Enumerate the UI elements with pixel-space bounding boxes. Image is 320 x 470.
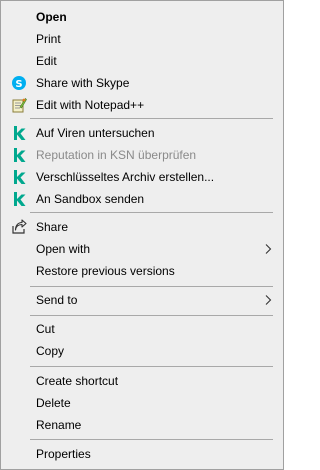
menu-item-label: Verschlüsseltes Archiv erstellen... — [36, 170, 215, 184]
menu-item-create-shortcut[interactable]: Create shortcut — [2, 370, 282, 392]
menu-item-properties[interactable]: Properties — [2, 443, 282, 465]
menu-item-rename[interactable]: Rename — [2, 414, 282, 436]
menu-separator — [30, 212, 273, 213]
menu-item-share-with-skype[interactable]: S Share with Skype — [2, 72, 282, 94]
context-menu: Open Print Edit S Share with Skype Edit … — [0, 0, 284, 470]
menu-item-label: Edit — [36, 54, 57, 68]
menu-item-delete[interactable]: Delete — [2, 392, 282, 414]
chevron-right-icon — [265, 295, 272, 305]
menu-item-verschluesseltes-archiv-erstellen[interactable]: Verschlüsseltes Archiv erstellen... — [2, 166, 282, 188]
svg-text:S: S — [15, 79, 22, 90]
menu-separator — [30, 439, 273, 440]
menu-item-label: Reputation in KSN überprüfen — [36, 148, 197, 162]
menu-separator — [30, 286, 273, 287]
menu-item-label: Properties — [36, 447, 91, 461]
chevron-right-icon — [265, 244, 272, 254]
menu-item-label: Share with Skype — [36, 76, 130, 90]
menu-item-an-sandbox-senden[interactable]: An Sandbox senden — [2, 188, 282, 210]
kaspersky-icon — [14, 170, 26, 184]
kaspersky-icon — [14, 192, 26, 206]
menu-item-restore-previous-versions[interactable]: Restore previous versions — [2, 260, 282, 282]
kaspersky-icon — [14, 148, 26, 162]
menu-separator — [30, 118, 273, 119]
menu-item-label: Edit with Notepad++ — [36, 98, 145, 112]
menu-item-copy[interactable]: Copy — [2, 340, 282, 362]
menu-item-label: Rename — [36, 418, 82, 432]
menu-item-label: Create shortcut — [36, 374, 119, 388]
menu-item-label: Open with — [36, 242, 91, 256]
share-icon — [12, 219, 27, 234]
menu-item-label: Auf Viren untersuchen — [36, 126, 155, 140]
menu-item-share[interactable]: Share — [2, 216, 282, 238]
menu-item-label: An Sandbox senden — [36, 192, 145, 206]
kaspersky-icon — [14, 126, 26, 140]
menu-item-open[interactable]: Open — [2, 6, 282, 28]
menu-item-label: Share — [36, 220, 69, 234]
menu-item-label: Delete — [36, 396, 71, 410]
menu-item-label: Open — [36, 10, 67, 24]
menu-item-cut[interactable]: Cut — [2, 318, 282, 340]
menu-item-label: Cut — [36, 322, 55, 336]
menu-item-label: Copy — [36, 344, 65, 358]
skype-icon: S — [12, 76, 26, 90]
menu-separator — [30, 366, 273, 367]
menu-item-label: Print — [36, 32, 61, 46]
menu-item-label: Send to — [36, 293, 78, 307]
notepad-plus-plus-icon — [12, 98, 27, 113]
menu-item-print[interactable]: Print — [2, 28, 282, 50]
menu-item-label: Restore previous versions — [36, 264, 175, 278]
menu-separator — [30, 315, 273, 316]
menu-item-edit[interactable]: Edit — [2, 50, 282, 72]
menu-item-open-with[interactable]: Open with — [2, 238, 282, 260]
menu-item-send-to[interactable]: Send to — [2, 289, 282, 311]
menu-item-auf-viren-untersuchen[interactable]: Auf Viren untersuchen — [2, 122, 282, 144]
menu-item-edit-with-notepad-plus-plus[interactable]: Edit with Notepad++ — [2, 94, 282, 116]
menu-item-reputation-in-ksn-pruefen: Reputation in KSN überprüfen — [2, 144, 282, 166]
